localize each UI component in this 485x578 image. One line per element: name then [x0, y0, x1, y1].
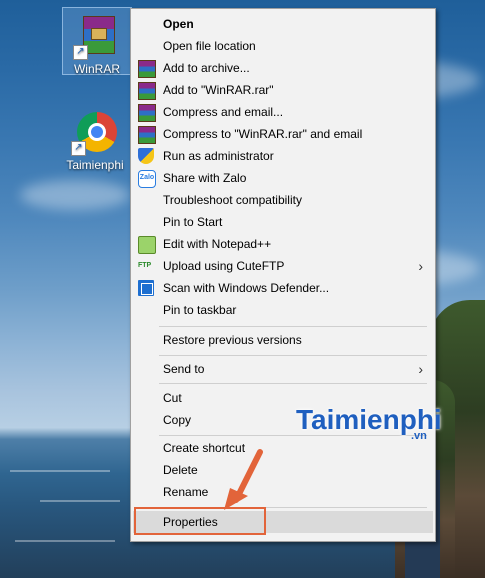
- menu-item-label: Run as administrator: [163, 149, 274, 163]
- zalo-icon: Zalo: [138, 170, 156, 188]
- menu-item-label: Compress and email...: [163, 105, 284, 119]
- menu-item-pin-to-start[interactable]: Pin to Start: [133, 211, 433, 233]
- sea-glint: [15, 540, 115, 542]
- menu-item-label: Share with Zalo: [163, 171, 247, 185]
- menu-item-label: Restore previous versions: [163, 333, 302, 347]
- annotation-arrow-icon: [224, 449, 263, 510]
- menu-item-scan-with-windows-defender[interactable]: Scan with Windows Defender...: [133, 277, 433, 299]
- menu-item-label: Open: [163, 17, 194, 31]
- context-menu: Open Open file location Add to archive..…: [130, 8, 436, 542]
- menu-item-label: Send to: [163, 362, 205, 376]
- menu-item-label: Troubleshoot compatibility: [163, 193, 302, 207]
- menu-item-add-to-winrar-rar[interactable]: Add to "WinRAR.rar": [133, 79, 433, 101]
- chrome-icon: ↗: [71, 108, 119, 156]
- desktop-icon-label: Taimienphi: [66, 158, 124, 172]
- winrar-icon: [138, 82, 156, 100]
- notepadpp-icon: [138, 236, 156, 254]
- menu-item-label: Copy: [163, 413, 192, 427]
- winrar-icon: ↗: [73, 12, 121, 60]
- cloud: [20, 180, 130, 210]
- menu-item-label: Open file location: [163, 39, 256, 53]
- menu-item-troubleshoot-compatibility[interactable]: Troubleshoot compatibility: [133, 189, 433, 211]
- menu-item-restore-previous-versions[interactable]: Restore previous versions: [133, 329, 433, 351]
- menu-item-label: Cut: [163, 391, 182, 405]
- menu-item-label: Edit with Notepad++: [163, 237, 272, 251]
- menu-item-label: Add to "WinRAR.rar": [163, 83, 274, 97]
- menu-item-compress-to-rar-and-email[interactable]: Compress to "WinRAR.rar" and email: [133, 123, 433, 145]
- menu-item-open[interactable]: Open: [133, 13, 433, 35]
- menu-item-run-as-administrator[interactable]: Run as administrator: [133, 145, 433, 167]
- menu-item-add-to-archive[interactable]: Add to archive...: [133, 57, 433, 79]
- cuteftp-icon: FTP: [138, 262, 152, 269]
- menu-item-share-with-zalo[interactable]: Zalo Share with Zalo: [133, 167, 433, 189]
- menu-item-label: Upload using CuteFTP: [163, 259, 285, 273]
- menu-separator: [159, 355, 427, 356]
- shortcut-arrow-icon: ↗: [71, 141, 86, 156]
- menu-item-send-to[interactable]: Send to ›: [133, 358, 433, 380]
- menu-item-upload-using-cuteftp[interactable]: FTP Upload using CuteFTP ›: [133, 255, 433, 277]
- menu-item-label: Compress to "WinRAR.rar" and email: [163, 127, 363, 141]
- menu-item-label: Pin to taskbar: [163, 303, 237, 317]
- menu-item-rename[interactable]: Rename: [133, 481, 433, 503]
- menu-item-label: Rename: [163, 485, 209, 499]
- menu-separator: [159, 383, 427, 384]
- desktop-icon-taimienphi[interactable]: ↗ Taimienphi: [58, 104, 132, 174]
- menu-item-create-shortcut[interactable]: Create shortcut: [133, 437, 433, 459]
- winrar-icon: [138, 60, 156, 78]
- desktop-icon-winrar[interactable]: ↗ WinRAR: [62, 7, 132, 76]
- menu-item-label: Scan with Windows Defender...: [163, 281, 330, 295]
- chevron-right-icon: ›: [418, 361, 423, 377]
- menu-separator: [159, 326, 427, 327]
- menu-item-compress-and-email[interactable]: Compress and email...: [133, 101, 433, 123]
- watermark-suffix: .vn: [411, 430, 427, 442]
- menu-item-label: Add to archive...: [163, 61, 250, 75]
- menu-item-open-file-location[interactable]: Open file location: [133, 35, 433, 57]
- defender-icon: [138, 280, 154, 296]
- menu-item-delete[interactable]: Delete: [133, 459, 433, 481]
- menu-item-pin-to-taskbar[interactable]: Pin to taskbar: [133, 299, 433, 321]
- chevron-right-icon: ›: [418, 258, 423, 274]
- sea-glint: [10, 470, 110, 472]
- winrar-icon: [138, 126, 156, 144]
- menu-item-label: Pin to Start: [163, 215, 223, 229]
- winrar-icon: [138, 104, 156, 122]
- shortcut-arrow-icon: ↗: [73, 45, 88, 60]
- menu-item-edit-with-notepadpp[interactable]: Edit with Notepad++: [133, 233, 433, 255]
- menu-item-label: Delete: [163, 463, 198, 477]
- sea-glint: [40, 500, 120, 502]
- shield-icon: [138, 148, 154, 164]
- desktop-icon-label: WinRAR: [73, 62, 120, 76]
